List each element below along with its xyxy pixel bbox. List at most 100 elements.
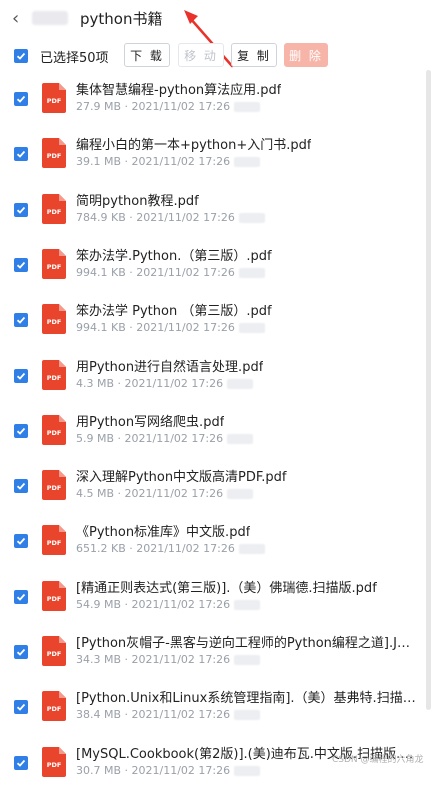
check-icon	[16, 261, 26, 269]
move-button[interactable]: 移 动	[178, 43, 224, 67]
file-meta: 38.4 MB · 2021/11/02 17:26	[76, 708, 261, 722]
check-icon	[16, 593, 26, 601]
file-size-date: 38.4 MB · 2021/11/02 17:26	[76, 708, 231, 722]
file-checkbox[interactable]	[14, 755, 28, 770]
blurred-owner	[234, 655, 261, 665]
file-meta: 784.9 KB · 2021/11/02 17:26	[76, 211, 265, 224]
file-name: 用Python进行自然语言处理.pdf	[76, 359, 264, 375]
file-row[interactable]: PDF 笨办法学 Python （第三版）.pdf 994.1 KB · 2021/…	[0, 293, 430, 348]
check-icon	[16, 206, 26, 214]
file-name: 集体智慧编程-python算法应用.pdf	[76, 83, 282, 98]
file-meta: 30.7 MB · 2021/11/02 17:26	[76, 763, 261, 777]
check-icon	[16, 372, 26, 380]
pdf-file-icon: PDF	[42, 414, 66, 445]
file-meta: 34.3 MB · 2021/11/02 17:26	[76, 653, 261, 666]
pdf-file-icon: PDF	[42, 138, 66, 169]
file-row[interactable]: PDF 《Python标准库》中文版.pdf 651.2 KB · 2021/11/…	[0, 514, 430, 569]
file-size-date: 34.3 MB · 2021/11/02 17:26	[76, 653, 231, 666]
pdf-file-icon: PDF	[42, 691, 66, 722]
check-icon	[16, 759, 26, 767]
file-size-date: 30.7 MB · 2021/11/02 17:26	[76, 763, 231, 777]
file-checkbox[interactable]	[14, 92, 28, 106]
file-meta: 994.1 KB · 2021/11/02 17:26	[76, 266, 265, 279]
file-size-date: 54.9 MB · 2021/11/02 17:26	[76, 597, 231, 611]
svg-text:PDF: PDF	[47, 761, 62, 769]
select-all-checkbox[interactable]	[14, 49, 28, 63]
file-row[interactable]: PDF 编程小白的第一本+python+入门书.pdf 39.1 MB · 2021…	[0, 127, 430, 182]
blurred-owner	[234, 710, 261, 721]
file-checkbox[interactable]	[14, 645, 28, 659]
file-checkbox[interactable]	[14, 589, 28, 604]
file-name: 用Python写网络爬虫.pdf	[76, 414, 225, 430]
copy-button[interactable]: 复 制	[231, 43, 277, 67]
file-checkbox[interactable]	[14, 313, 28, 328]
file-checkbox[interactable]	[14, 257, 28, 272]
pdf-file-icon: PDF	[42, 525, 66, 556]
file-size-date: 784.9 KB · 2021/11/02 17:26	[76, 210, 235, 224]
file-name: [Python.Unix和Linux系统管理指南].（美）基弗特.扫描版...	[76, 691, 416, 707]
watermark: CSDN @编程的六角龙	[332, 755, 424, 765]
delete-button[interactable]: 删 除	[284, 43, 328, 67]
file-size-date: 994.1 KB · 2021/11/02 17:26	[76, 265, 235, 279]
file-checkbox[interactable]	[14, 423, 28, 438]
file-row[interactable]: PDF [精通正则表达式(第三版)].（美）佛瑞德.扫描版.pdf 54.9 MB …	[0, 570, 430, 625]
svg-text:PDF: PDF	[47, 263, 62, 271]
blurred-owner	[227, 489, 254, 500]
blurred-owner	[227, 378, 254, 389]
check-icon	[16, 95, 26, 103]
download-button[interactable]: 下 载	[124, 43, 170, 67]
file-name: 笨办法学 Python （第三版）.pdf	[76, 304, 272, 320]
file-name: [Python灰帽子-黑客与逆向工程师的Python编程之道].Ju...	[76, 636, 416, 651]
file-row[interactable]: PDF [Python灰帽子-黑客与逆向工程师的Python编程之道].Ju...…	[0, 625, 430, 680]
file-name: 编程小白的第一本+python+入门书.pdf	[76, 138, 312, 154]
file-meta: 27.9 MB · 2021/11/02 17:26	[76, 100, 261, 113]
file-checkbox[interactable]	[14, 147, 28, 162]
pdf-file-icon: PDF	[42, 83, 66, 113]
file-meta: 4.3 MB · 2021/11/02 17:26	[76, 376, 254, 390]
file-checkbox[interactable]	[14, 534, 28, 549]
check-icon	[16, 704, 26, 712]
blurred-owner	[238, 323, 265, 334]
scrollbar[interactable]	[426, 70, 431, 710]
file-checkbox[interactable]	[14, 202, 28, 217]
file-row[interactable]: PDF 简明python教程.pdf 784.9 KB · 2021/11/02 1…	[0, 183, 430, 238]
file-size-date: 27.9 MB · 2021/11/02 17:26	[76, 100, 231, 113]
blurred-owner	[234, 765, 261, 776]
file-row[interactable]: PDF [Python.Unix和Linux系统管理指南].（美）基弗特.扫描版.…	[0, 680, 430, 735]
svg-text:PDF: PDF	[47, 484, 62, 492]
file-meta: 994.1 KB · 2021/11/02 17:26	[76, 321, 265, 334]
selected-count-label: 已选择50项	[40, 51, 109, 66]
file-row[interactable]: PDF 笨办法学.Python.（第三版）.pdf 994.1 KB · 2021/…	[0, 238, 430, 293]
file-size-date: 39.1 MB · 2021/11/02 17:26	[76, 155, 231, 169]
blurred-owner	[238, 267, 265, 278]
file-size-date: 5.9 MB · 2021/11/02 17:26	[76, 431, 224, 445]
svg-text:PDF: PDF	[47, 374, 62, 382]
file-size-date: 651.2 KB · 2021/11/02 17:26	[76, 542, 235, 556]
file-row[interactable]: PDF 用Python进行自然语言处理.pdf 4.3 MB · 2021/11/0…	[0, 349, 430, 404]
svg-text:PDF: PDF	[47, 152, 62, 160]
svg-text:PDF: PDF	[47, 208, 62, 216]
blurred-owner	[227, 433, 254, 444]
file-meta: 5.9 MB · 2021/11/02 17:26	[76, 431, 254, 445]
file-name: 《Python标准库》中文版.pdf	[76, 525, 251, 541]
svg-text:PDF: PDF	[47, 650, 62, 658]
svg-text:PDF: PDF	[47, 705, 62, 713]
blurred-owner	[234, 157, 261, 168]
file-checkbox[interactable]	[14, 479, 28, 494]
file-meta: 651.2 KB · 2021/11/02 17:26	[76, 542, 265, 555]
selection-toolbar: 已选择50项 下 载 移 动 复 制 删 除	[0, 40, 433, 72]
file-checkbox[interactable]	[14, 368, 28, 383]
check-icon	[16, 52, 26, 60]
blurred-owner	[238, 544, 265, 555]
file-row[interactable]: PDF 集体智慧编程-python算法应用.pdf 27.9 MB · 2021/1…	[0, 72, 430, 127]
check-icon	[16, 648, 26, 656]
file-size-date: 4.3 MB · 2021/11/02 17:26	[76, 376, 224, 390]
pdf-file-icon: PDF	[42, 304, 66, 335]
file-name: 简明python教程.pdf	[76, 193, 199, 209]
file-row[interactable]: PDF 用Python写网络爬虫.pdf 5.9 MB · 2021/11/02 1…	[0, 404, 430, 459]
file-row[interactable]: PDF 深入理解Python中文版高清PDF.pdf 4.5 MB · 2021/1…	[0, 459, 430, 514]
pdf-file-icon: PDF	[42, 580, 66, 611]
file-checkbox[interactable]	[14, 700, 28, 715]
svg-text:PDF: PDF	[47, 539, 62, 547]
svg-text:PDF: PDF	[47, 595, 62, 603]
